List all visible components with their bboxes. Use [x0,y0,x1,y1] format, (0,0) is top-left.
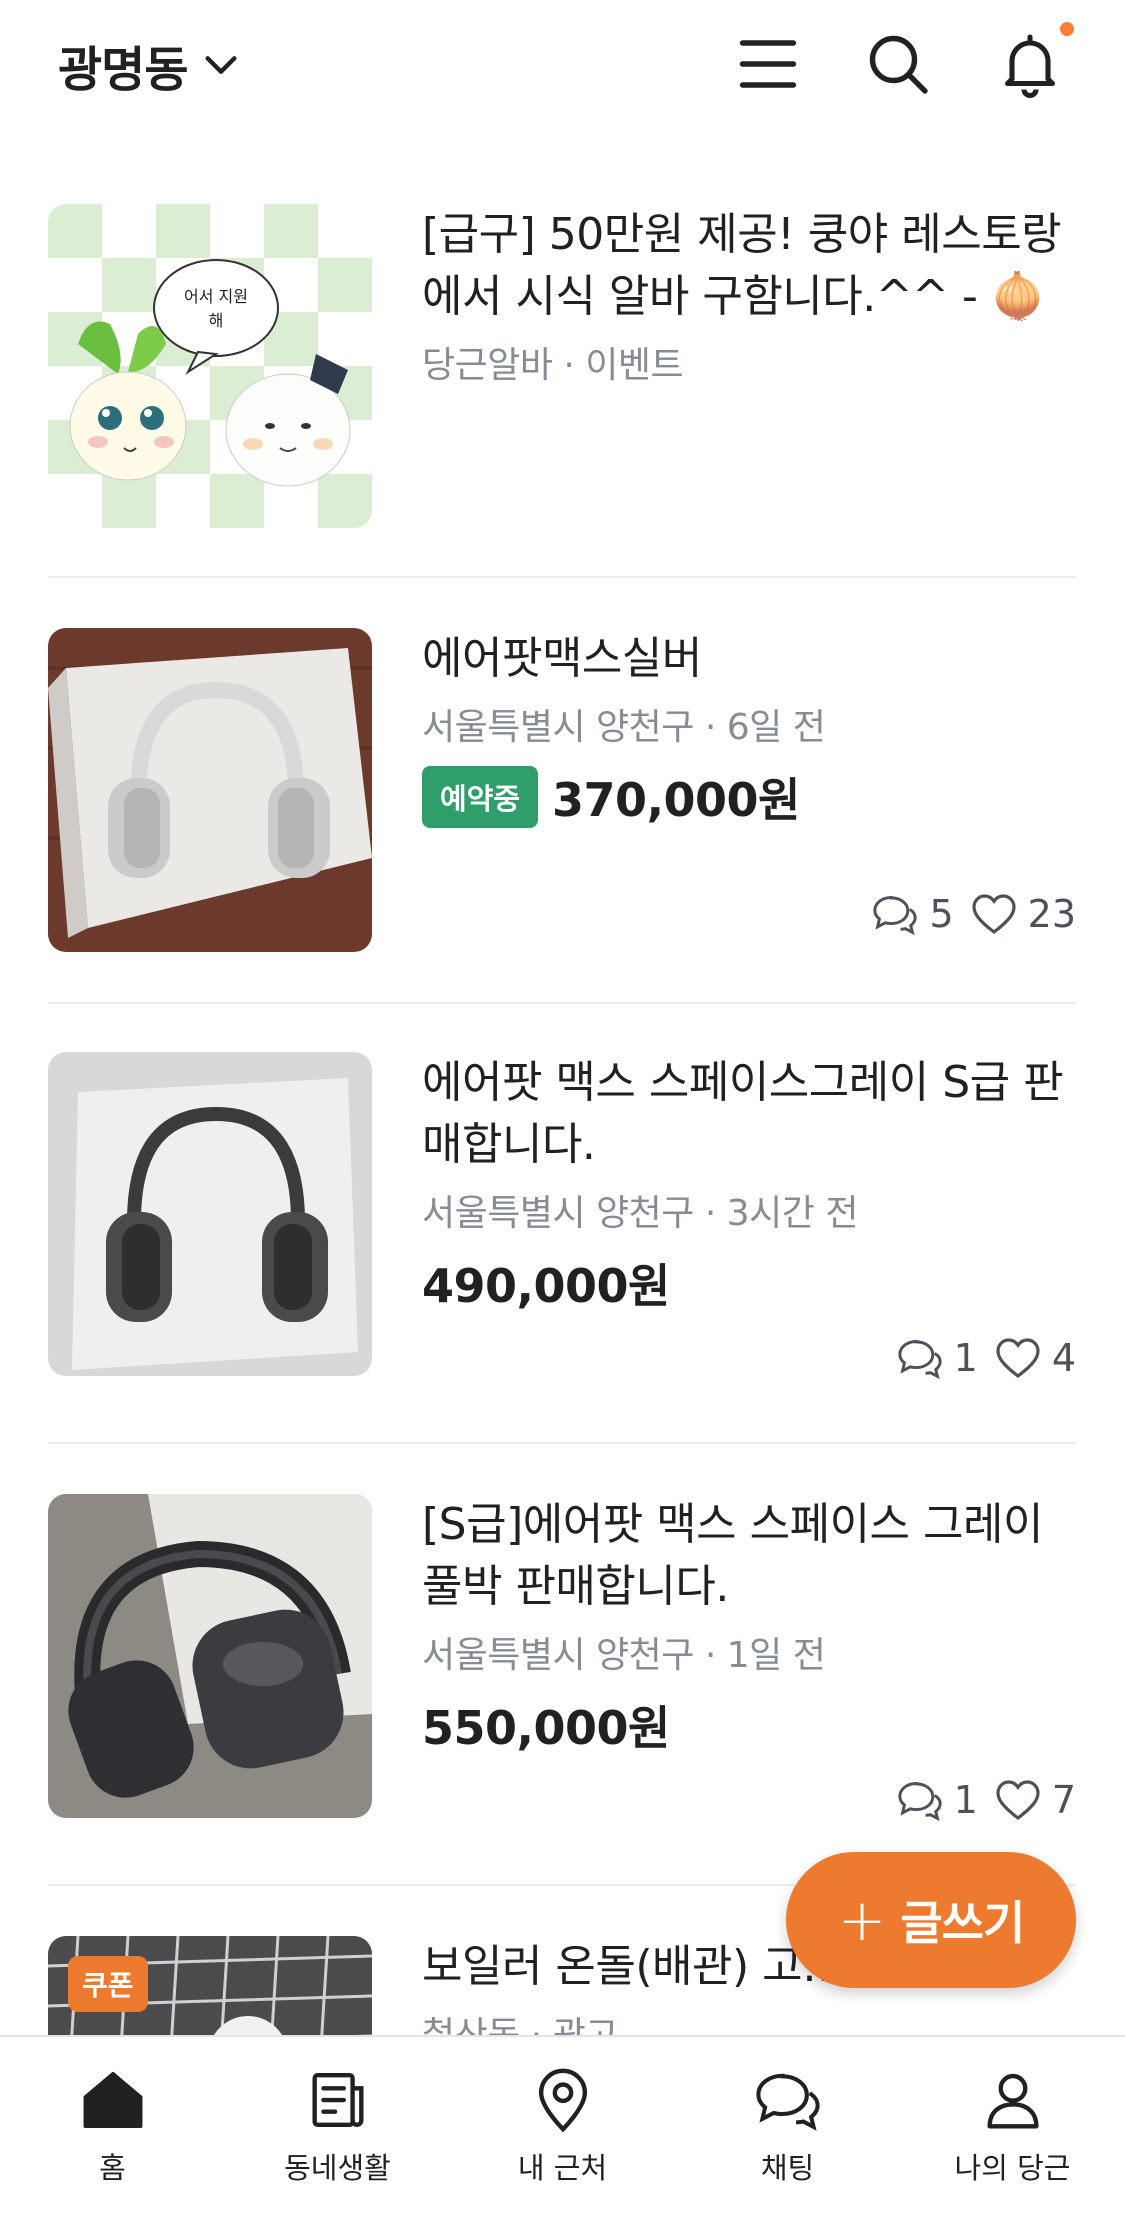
item-meta: 서울특별시 양천구 · 6일 전 [422,707,826,748]
comment-count: 1 [953,1778,978,1822]
item-price: 490,000원 [422,1259,670,1313]
nav-label: 나의 당근 [954,2151,1071,2185]
price-row: 예약중 370,000원 [422,764,1076,830]
nav-item-home[interactable]: 홈 [0,2037,225,2237]
heart-icon [996,1780,1040,1821]
item-info: 에어팟 맥스 스페이스그레이 S급 판매합니다. 서울특별시 양천구 · 3시간… [422,1052,1076,1316]
nav-label: 내 근처 [517,2151,608,2185]
item-thumbnail [48,1494,372,1818]
item-price: 550,000원 [422,1701,670,1755]
item-info: [S급]에어팟 맥스 스페이스 그레이 풀박 판매합니다. 서울특별시 양천구 … [422,1494,1076,1758]
list-item[interactable]: 에어팟 맥스 스페이스그레이 S급 판매합니다. 서울특별시 양천구 · 3시간… [48,1052,1076,1444]
comment-count: 5 [929,892,954,936]
item-meta: 당근알바 · 이벤트 [422,345,684,386]
menu-icon[interactable] [732,28,804,100]
newspaper-icon [311,2073,364,2127]
item-meta: 서울특별시 양천구 · 1일 전 [422,1635,826,1676]
item-title: 에어팟 맥스 스페이스그레이 S급 판매합니다. [422,1057,1064,1170]
chat-icon [873,896,918,936]
list-item[interactable]: 에어팟맥스실버 서울특별시 양천구 · 6일 전 예약중 370,000원 5 … [48,628,1076,1004]
write-post-label: 글쓰기 [900,1896,1025,1950]
item-info: 에어팟맥스실버 서울특별시 양천구 · 6일 전 예약중 370,000원 [422,628,1076,830]
item-title: [S급]에어팟 맥스 스페이스 그레이 풀박 판매합니다. [422,1499,1043,1612]
bottom-nav: 홈 동네생활 내 근처 채팅 나의 당근 [0,2035,1125,2237]
chat-icon [897,1782,942,1822]
comment-count: 1 [953,1336,978,1380]
home-icon [83,2072,142,2128]
user-icon [986,2073,1039,2129]
plus-icon: + [837,1886,887,1954]
item-thumbnail [48,1052,372,1376]
search-icon[interactable] [862,28,934,100]
item-meta: 서울특별시 양천구 · 3시간 전 [422,1193,858,1234]
bell-icon[interactable] [994,28,1066,100]
location-label: 광명동 [58,42,188,98]
nav-item-neighborhood[interactable]: 동네생활 [225,2037,450,2237]
item-title: [급구] 50만원 제공! 쿵야 레스토랑에서 시식 알바 구함니다.^^ - … [422,209,1062,322]
item-counts: 1 7 [896,1778,1076,1822]
location-selector[interactable]: 광명동 [58,30,241,100]
item-title: 에어팟맥스실버 [422,633,702,684]
list-item[interactable]: 어서 지원 해 [급구] 50만원 제공! 쿵야 레스토랑에서 시식 알바 구함… [48,204,1076,578]
item-price: 370,000원 [552,773,800,827]
notification-dot [1060,22,1074,36]
chat-icon [897,1340,942,1380]
heart-icon [972,894,1016,935]
item-counts: 5 23 [871,892,1076,936]
nav-label: 채팅 [760,2151,815,2185]
like-count: 23 [1027,892,1076,936]
location-pin-icon [538,2068,587,2133]
write-post-button[interactable]: + 글쓰기 [786,1852,1076,1988]
status-badge: 예약중 [422,766,539,828]
heart-icon [996,1338,1040,1379]
chevron-down-icon [201,45,241,85]
price-row: 490,000원 [422,1250,1076,1316]
nav-label: 홈 [99,2151,126,2185]
nav-item-nearby[interactable]: 내 근처 [450,2037,675,2237]
top-header: 광명동 [0,0,1125,140]
item-info: [급구] 50만원 제공! 쿵야 레스토랑에서 시식 알바 구함니다.^^ - … [422,204,1076,388]
item-counts: 1 4 [896,1336,1076,1380]
like-count: 7 [1051,1778,1076,1822]
item-thumbnail [48,628,372,952]
chat-icon [755,2073,820,2131]
svg-text:해: 해 [209,311,224,330]
nav-label: 동네생활 [284,2151,391,2185]
nav-item-my-carrot[interactable]: 나의 당근 [900,2037,1125,2237]
svg-text:어서 지원: 어서 지원 [184,287,248,306]
like-count: 4 [1051,1336,1076,1380]
item-thumbnail: 어서 지원 해 [48,204,372,528]
coupon-badge: 쿠폰 [68,1956,148,2012]
list-item[interactable]: [S급]에어팟 맥스 스페이스 그레이 풀박 판매합니다. 서울특별시 양천구 … [48,1494,1076,1886]
price-row: 550,000원 [422,1692,1076,1758]
nav-item-chat[interactable]: 채팅 [675,2037,900,2237]
